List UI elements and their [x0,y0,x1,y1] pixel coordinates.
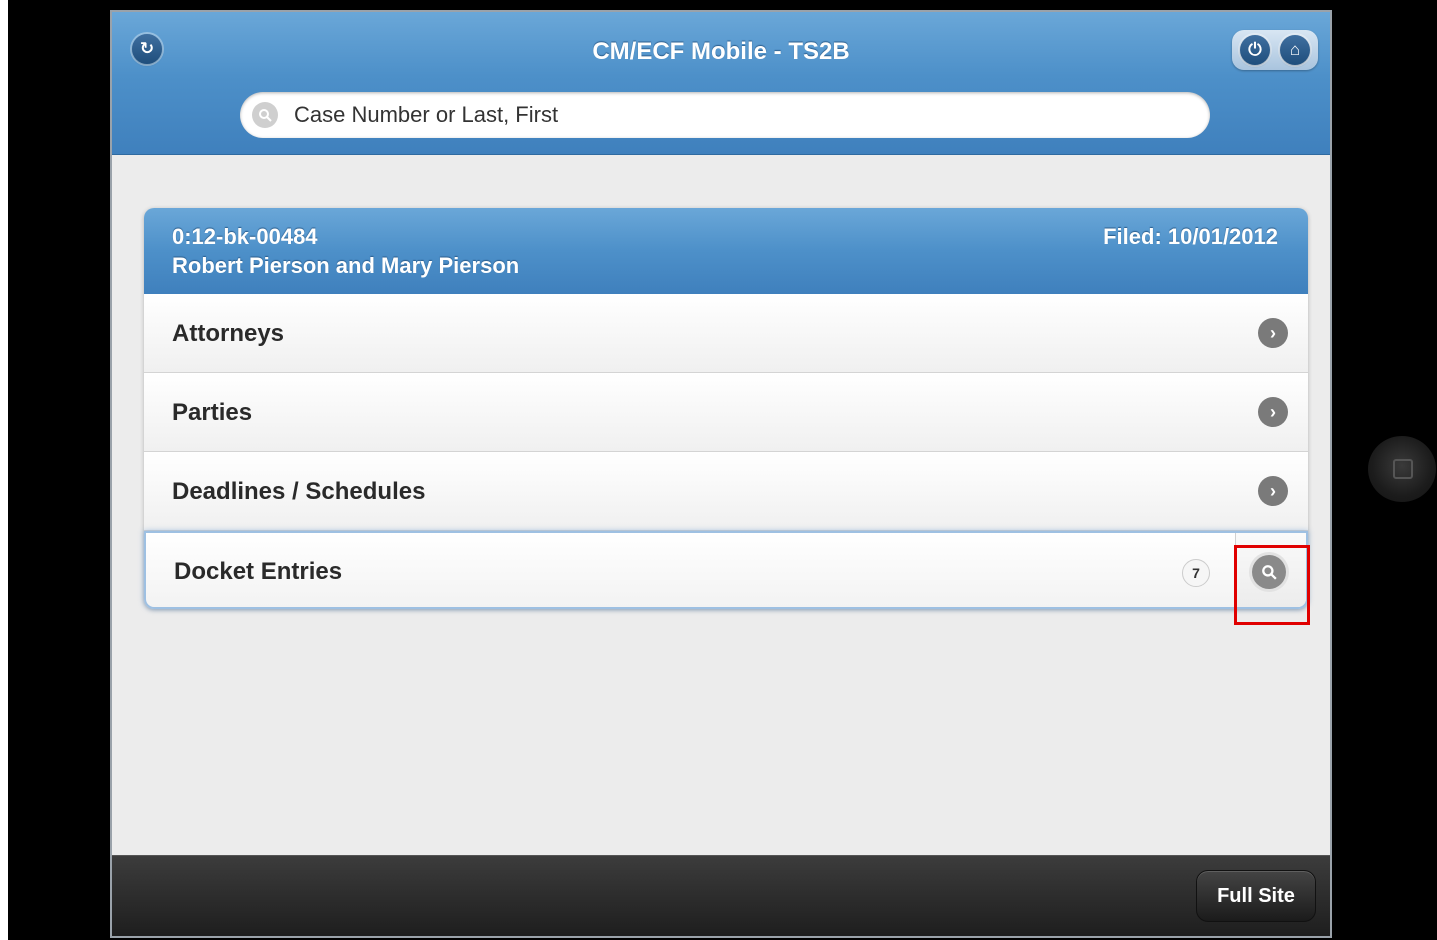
home-square-icon [1393,459,1413,479]
list-item-deadlines[interactable]: Deadlines / Schedules › [144,452,1308,531]
app-title: CM/ECF Mobile - TS2B [592,38,850,65]
case-header: 0:12-bk-00484 Robert Pierson and Mary Pi… [144,208,1308,294]
power-icon: ⏻ [1248,40,1262,59]
search-input[interactable] [292,101,1176,129]
home-icon: ⌂ [1289,40,1301,59]
home-button[interactable]: ⌂ [1280,35,1310,65]
full-site-button[interactable]: Full Site [1196,870,1316,922]
search-icon [252,102,278,128]
case-parties: Robert Pierson and Mary Pierson [172,253,520,278]
chevron-right-icon: › [1258,397,1288,427]
count-bubble: 7 [1182,559,1210,587]
case-filed-date: Filed: 10/01/2012 [1103,224,1278,249]
app-screen: ↻ CM/ECF Mobile - TS2B ⏻ ⌂ 0:12-bk-00484… [110,10,1332,938]
list-item-label: Deadlines / Schedules [172,478,426,505]
list-item-label: Docket Entries [174,558,343,585]
list-item-label: Attorneys [172,320,285,347]
case-number: 0:12-bk-00484 [172,224,318,249]
search-bar [240,92,1210,138]
list-item-parties[interactable]: Parties › [144,373,1308,452]
list-item-docket-entries[interactable]: Docket Entries 7 [144,531,1310,625]
case-detail-list: 0:12-bk-00484 Robert Pierson and Mary Pi… [144,208,1310,625]
list-item-attorneys[interactable]: Attorneys › [144,294,1308,373]
chevron-right-icon: › [1258,476,1288,506]
logout-power-button[interactable]: ⏻ [1240,35,1270,65]
chevron-right-icon: › [1258,318,1288,348]
hardware-home-button[interactable] [1368,436,1436,502]
list-item-label: Parties [172,399,253,426]
docket-search-button[interactable] [1235,533,1306,607]
header-button-group: ⏻ ⌂ [1232,30,1318,70]
search-icon [1252,555,1286,589]
app-footer: Full Site [112,855,1330,936]
app-header: ↻ CM/ECF Mobile - TS2B ⏻ ⌂ [112,12,1330,155]
